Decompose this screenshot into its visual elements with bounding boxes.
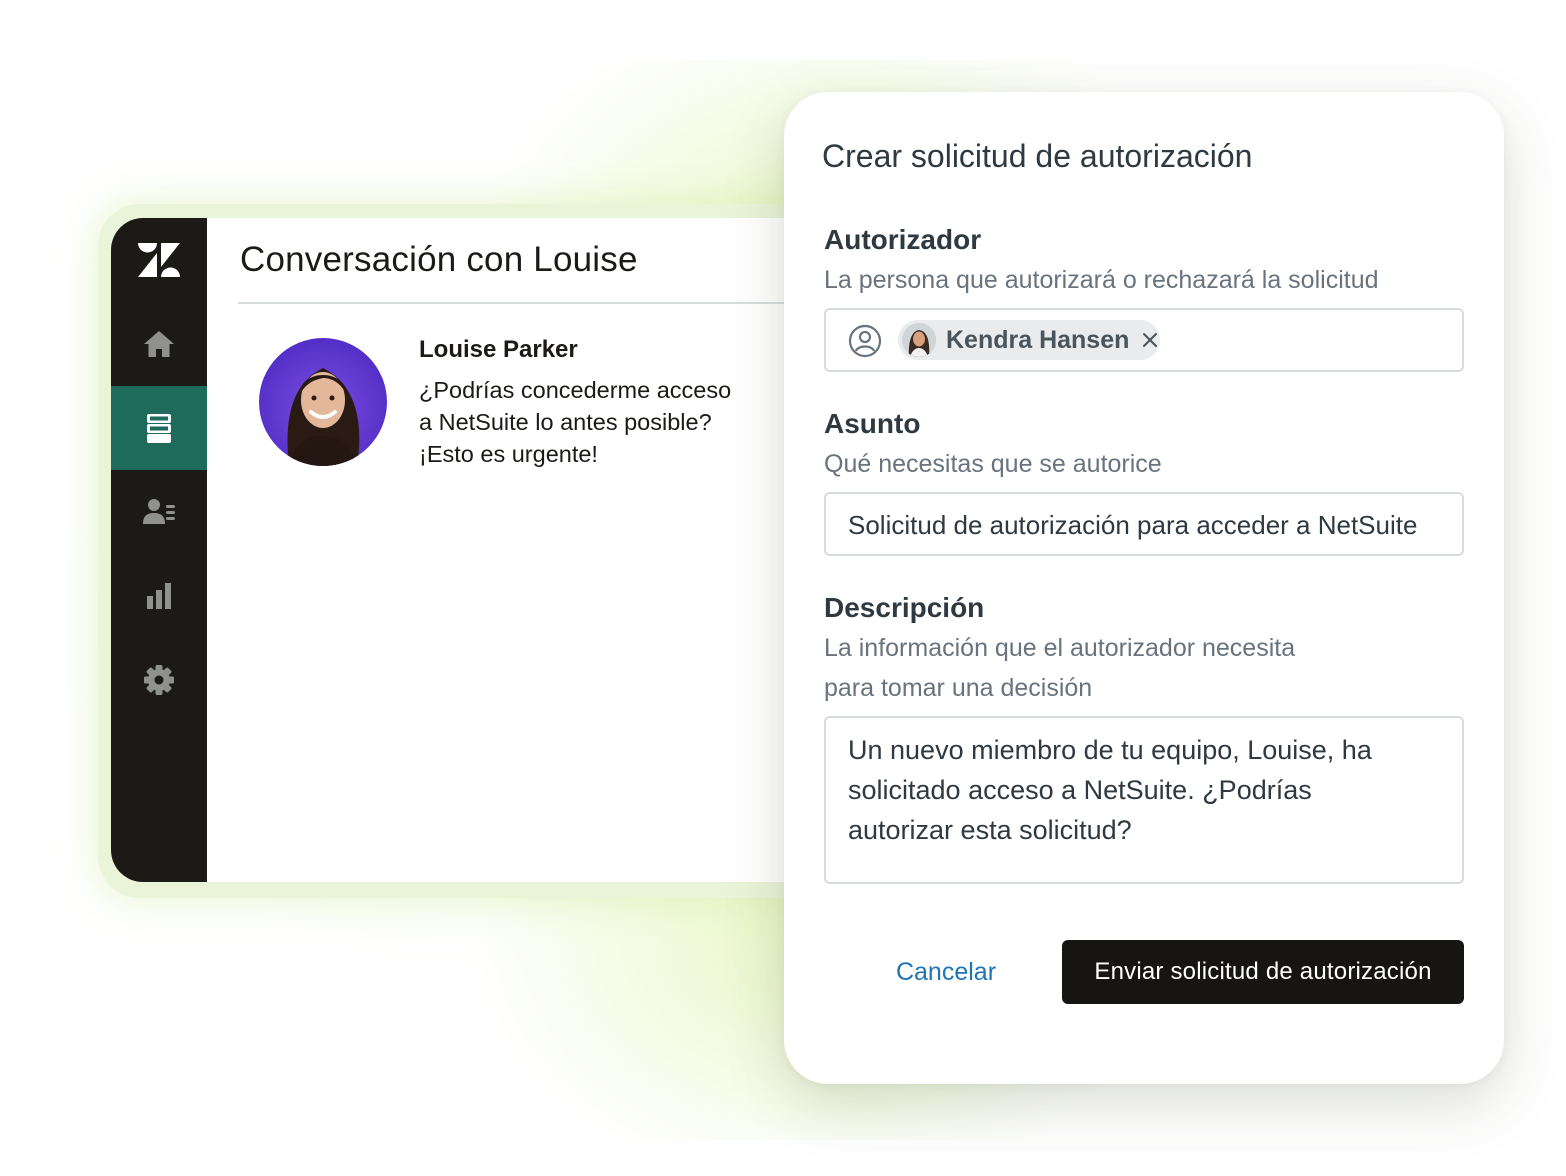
approver-label: Autorizador bbox=[824, 224, 982, 255]
zendesk-logo-icon[interactable] bbox=[111, 218, 207, 302]
close-icon[interactable] bbox=[1141, 331, 1159, 349]
sidebar bbox=[111, 218, 207, 882]
description-line: solicitado acceso a NetSuite. ¿Podrías bbox=[848, 775, 1312, 805]
sidebar-item-tickets[interactable] bbox=[111, 386, 207, 470]
message-line: ¡Esto es urgente! bbox=[419, 441, 598, 467]
workspace-window: Conversación con Louise Louise Parker ¿P… bbox=[111, 218, 811, 882]
message-text: ¿Podrías concederme acceso a NetSuite lo… bbox=[419, 374, 779, 470]
approver-hint: La persona que autorizará o rechazará la… bbox=[824, 266, 1379, 294]
settings-icon bbox=[144, 665, 174, 695]
approver-tag: Kendra Hansen bbox=[898, 320, 1160, 360]
reports-icon bbox=[147, 583, 171, 609]
sidebar-item-reports[interactable] bbox=[111, 554, 207, 638]
submit-approval-button[interactable]: Enviar solicitud de autorización bbox=[1062, 940, 1464, 1004]
sidebar-item-settings[interactable] bbox=[111, 638, 207, 722]
subject-hint: Qué necesitas que se autorice bbox=[824, 450, 1162, 478]
cancel-button[interactable]: Cancelar bbox=[874, 940, 1018, 1004]
description-textarea[interactable]: Un nuevo miembro de tu equipo, Louise, h… bbox=[824, 716, 1464, 884]
message-line: ¿Podrías concederme acceso bbox=[419, 377, 732, 403]
dialog-title: Crear solicitud de autorización bbox=[822, 138, 1253, 174]
approver-avatar bbox=[902, 323, 936, 357]
approver-name: Kendra Hansen bbox=[946, 325, 1130, 354]
customers-icon bbox=[143, 499, 175, 524]
approver-field[interactable]: Kendra Hansen bbox=[824, 308, 1464, 372]
approval-request-dialog: Crear solicitud de autorización Autoriza… bbox=[784, 92, 1504, 1084]
message-line: a NetSuite lo antes posible? bbox=[419, 409, 712, 435]
description-line: Un nuevo miembro de tu equipo, Louise, h… bbox=[848, 735, 1372, 765]
conversation-panel: Conversación con Louise Louise Parker ¿P… bbox=[207, 218, 811, 882]
subject-value: Solicitud de autorización para acceder a… bbox=[848, 510, 1418, 540]
description-value: Un nuevo miembro de tu equipo, Louise, h… bbox=[848, 730, 1448, 850]
description-label: Descripción bbox=[824, 592, 985, 623]
sidebar-item-home[interactable] bbox=[111, 302, 207, 386]
title-divider bbox=[238, 302, 811, 304]
subject-input[interactable]: Solicitud de autorización para acceder a… bbox=[824, 492, 1464, 556]
description-hint-line: para tomar una decisión bbox=[824, 674, 1093, 702]
conversation-title: Conversación con Louise bbox=[240, 240, 638, 279]
tickets-icon bbox=[147, 414, 171, 443]
sidebar-item-customers[interactable] bbox=[111, 470, 207, 554]
sender-name: Louise Parker bbox=[419, 336, 578, 363]
user-icon bbox=[848, 324, 882, 358]
home-icon bbox=[144, 331, 174, 357]
description-hint: La información que el autorizador necesi… bbox=[824, 628, 1295, 708]
subject-label: Asunto bbox=[824, 408, 921, 439]
avatar bbox=[259, 338, 387, 466]
description-line: autorizar esta solicitud? bbox=[848, 815, 1132, 845]
description-hint-line: La información que el autorizador necesi… bbox=[824, 634, 1296, 662]
